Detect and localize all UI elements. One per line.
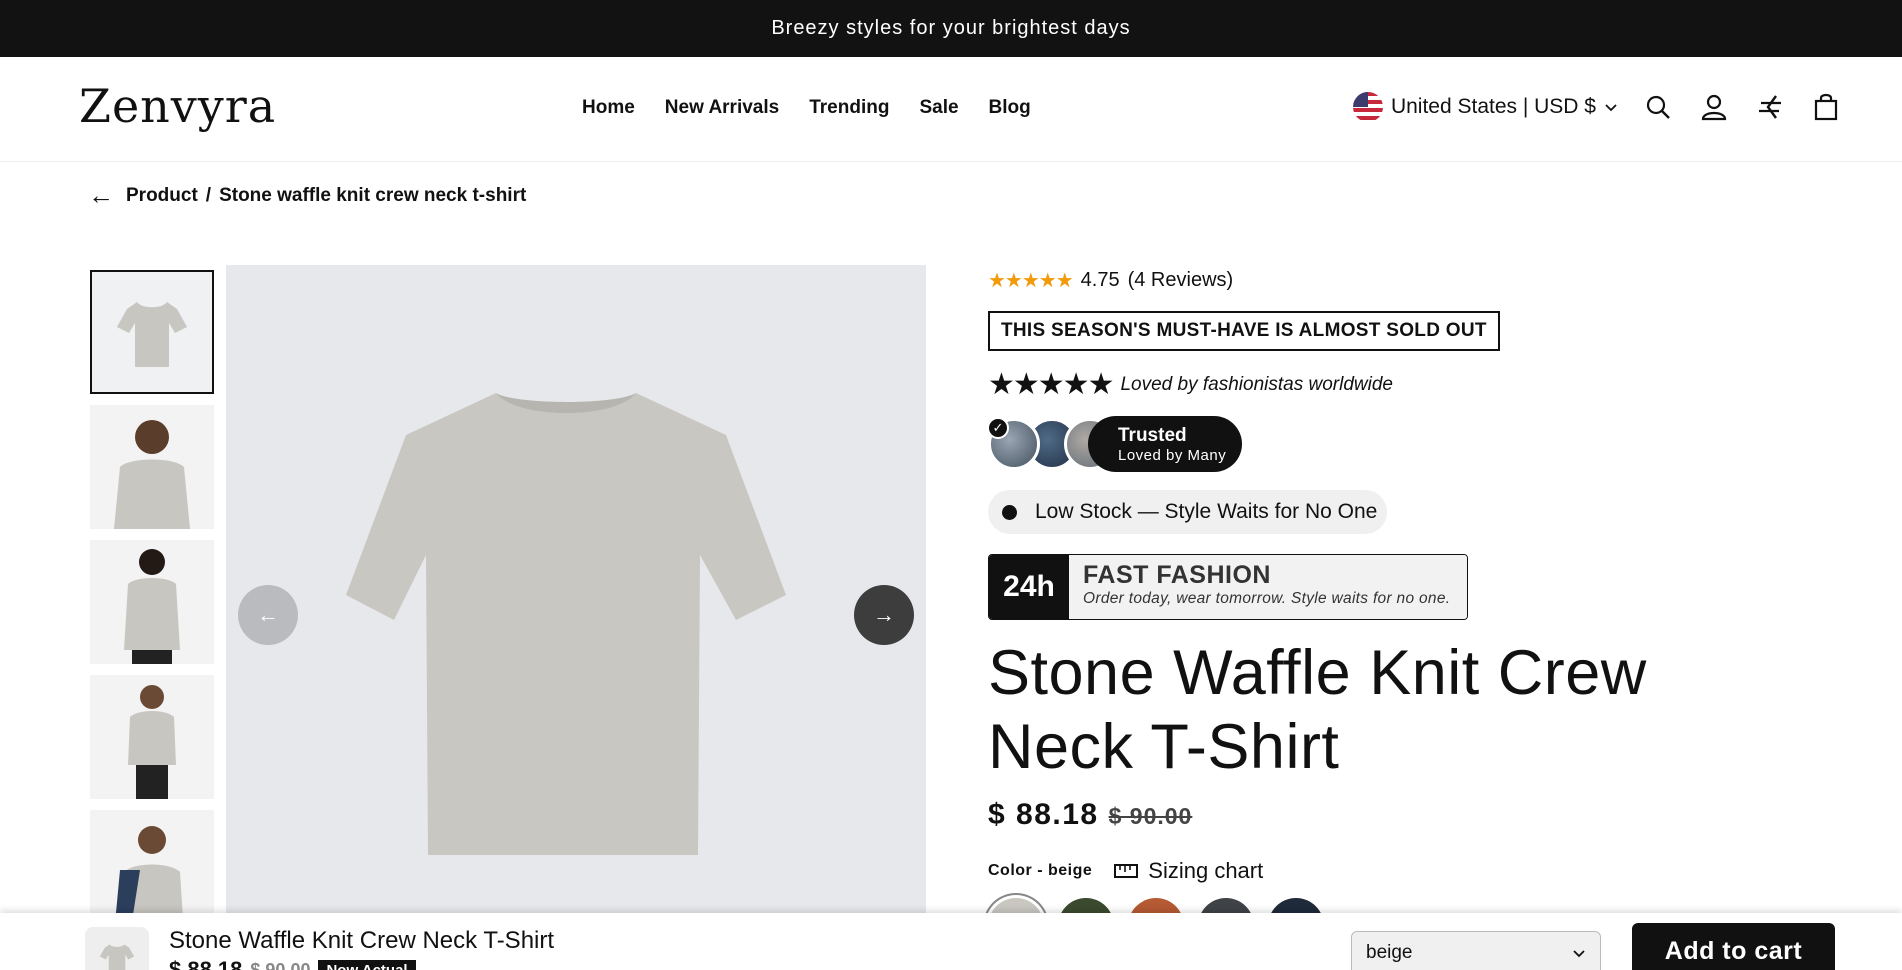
nav-new-arrivals[interactable]: New Arrivals	[665, 97, 779, 119]
trusted-subtitle: Loved by Many	[1118, 446, 1227, 464]
thumbnail-1[interactable]	[90, 270, 214, 394]
color-row: Color - beige Sizing chart	[988, 858, 1808, 884]
trust-badges: ✓ Trusted Loved by Many True Real Result…	[987, 416, 1808, 472]
sticky-price-row: $ 88.18 $ 90.00 Now Actual	[169, 957, 416, 970]
loved-text: Loved by fashionistas worldwide	[1120, 373, 1393, 395]
nav-blog[interactable]: Blog	[989, 97, 1031, 119]
nav-home[interactable]: Home	[582, 97, 635, 119]
thumbnail-gallery	[90, 270, 214, 934]
loved-row: ★★★★★ Loved by fashionistas worldwide	[988, 367, 1808, 402]
arrow-right-icon: →	[873, 602, 895, 627]
color-label: Color - beige	[988, 862, 1093, 879]
cart-icon[interactable]	[1810, 91, 1842, 123]
fast-fashion-banner: 24h FAST FASHION Order today, wear tomor…	[988, 554, 1468, 620]
us-flag-icon	[1352, 92, 1383, 122]
sizing-chart-label: Sizing chart	[1148, 858, 1264, 883]
fast-title: FAST FASHION	[1083, 561, 1271, 589]
header-actions: United States | USD $	[1352, 91, 1842, 123]
status-dot-icon	[1002, 504, 1017, 520]
star-rating-icon: ★★★★★	[988, 368, 1114, 401]
product-info: ★★★★★ 4.75 (4 Reviews) THIS SEASON'S MUS…	[987, 268, 1808, 954]
fast-subtitle: Order today, wear tomorrow. Style waits …	[1083, 590, 1451, 607]
announcement-bar: Breezy styles for your brightest days	[0, 0, 1902, 57]
announcement-text: Breezy styles for your brightest days	[771, 17, 1131, 39]
check-icon: ✓	[987, 417, 1009, 439]
site-header: Zenvyra Home New Arrivals Trending Sale …	[0, 57, 1902, 162]
country-label: United States | USD $	[1390, 95, 1596, 118]
search-icon[interactable]	[1642, 91, 1674, 123]
thumbnail-4[interactable]	[90, 675, 214, 799]
chevron-down-icon	[1572, 942, 1586, 970]
breadcrumb-parent[interactable]: Product	[126, 185, 198, 207]
next-image-button[interactable]: →	[854, 585, 914, 645]
true-subtitle: Real Results	[1254, 446, 1346, 464]
sticky-price: $ 88.18	[169, 957, 243, 970]
thumbnail-2[interactable]	[90, 405, 214, 529]
compare-icon[interactable]	[1754, 91, 1786, 123]
previous-image-button[interactable]: ←	[238, 585, 298, 645]
breadcrumb-current: Stone waffle knit crew neck t-shirt	[219, 184, 527, 206]
rating-row[interactable]: ★★★★★ 4.75 (4 Reviews)	[988, 268, 1808, 293]
sticky-add-to-cart-bar: Stone Waffle Knit Crew Neck T-Shirt $ 88…	[0, 913, 1902, 970]
must-have-badge: THIS SEASON'S MUST-HAVE IS ALMOST SOLD O…	[988, 311, 1500, 351]
breadcrumb-separator: /	[205, 184, 212, 206]
review-count: (4 Reviews)	[1127, 269, 1234, 291]
true-title: True	[1254, 424, 1295, 446]
sticky-badge: Now Actual	[318, 959, 416, 970]
ruler-icon	[1114, 864, 1139, 878]
avatar: ✓	[987, 417, 1040, 470]
chevron-down-icon	[1604, 99, 1618, 115]
rating-stars-icon: ★★★★★	[988, 270, 1074, 292]
current-price: $ 88.18	[988, 798, 1099, 831]
fast-badge: 24h	[989, 555, 1069, 619]
trusted-pill: Trusted Loved by Many	[1088, 416, 1243, 472]
original-price: $ 90.00	[1108, 803, 1193, 829]
arrow-left-icon: ←	[257, 602, 279, 627]
rating-value: 4.75	[1080, 269, 1120, 291]
arrow-left-icon[interactable]: ←	[88, 180, 114, 211]
thumbnail-3[interactable]	[90, 540, 214, 664]
sticky-product-thumbnail	[85, 927, 149, 970]
stock-text: Low Stock — Style Waits for No One	[1035, 500, 1378, 523]
nav-trending[interactable]: Trending	[809, 97, 889, 119]
add-to-cart-button[interactable]: Add to cart	[1632, 923, 1835, 970]
sticky-product-title: Stone Waffle Knit Crew Neck T-Shirt	[169, 927, 555, 954]
breadcrumb: ← Product / Stone waffle knit crew neck …	[88, 180, 526, 211]
trusted-title: Trusted	[1118, 424, 1187, 446]
variant-select-value: beige	[1366, 942, 1413, 963]
account-icon[interactable]	[1698, 91, 1730, 123]
country-selector[interactable]: United States | USD $	[1352, 92, 1618, 122]
main-nav: Home New Arrivals Trending Sale Blog	[582, 97, 1031, 119]
price-row: $ 88.18 $ 90.00	[988, 798, 1808, 832]
product-title: Stone Waffle Knit Crew Neck T-Shirt	[988, 638, 1647, 782]
main-product-image: ← →	[226, 265, 926, 970]
logo[interactable]: Zenvyra	[79, 79, 276, 133]
variant-select[interactable]: beige	[1351, 931, 1601, 970]
sticky-original-price: $ 90.00	[250, 959, 311, 970]
low-stock-badge: Low Stock — Style Waits for No One	[988, 490, 1388, 534]
sizing-chart-link[interactable]: Sizing chart	[1114, 858, 1263, 884]
nav-sale[interactable]: Sale	[919, 97, 958, 119]
